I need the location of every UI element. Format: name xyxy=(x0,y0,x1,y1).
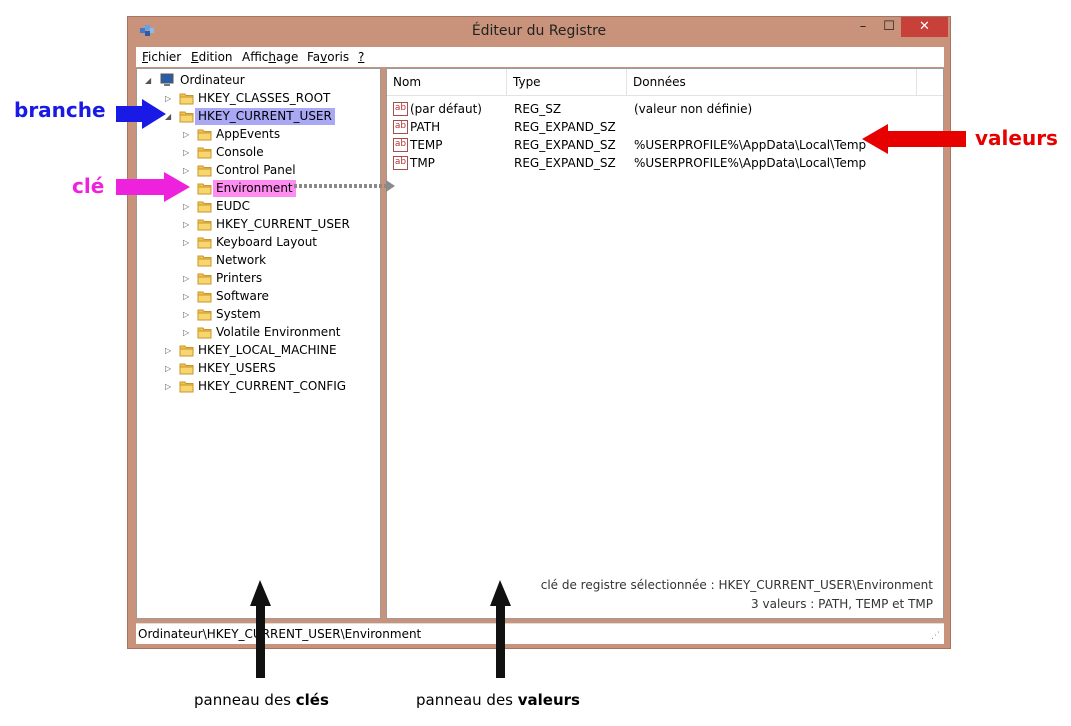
label-panneau-valeurs: panneau des valeurs xyxy=(416,691,580,709)
values-pane-arrowhead-icon xyxy=(490,580,511,606)
valeurs-arrow-icon xyxy=(862,124,966,154)
label-panneau-cles: panneau des clés xyxy=(194,691,329,709)
cle-arrow-icon xyxy=(116,172,190,202)
values-pane-arrow-shaft xyxy=(496,604,505,678)
keys-pane-arrowhead-icon xyxy=(250,580,271,606)
keys-pane-arrow-shaft xyxy=(256,604,265,678)
annotation-branche: branche xyxy=(14,98,106,122)
annotation-cle: clé xyxy=(72,174,105,198)
annotation-valeurs: valeurs xyxy=(975,126,1058,150)
annotation-overlay xyxy=(116,99,966,678)
branche-arrow-icon xyxy=(116,99,166,129)
dotted-arrowhead-icon xyxy=(386,180,395,192)
